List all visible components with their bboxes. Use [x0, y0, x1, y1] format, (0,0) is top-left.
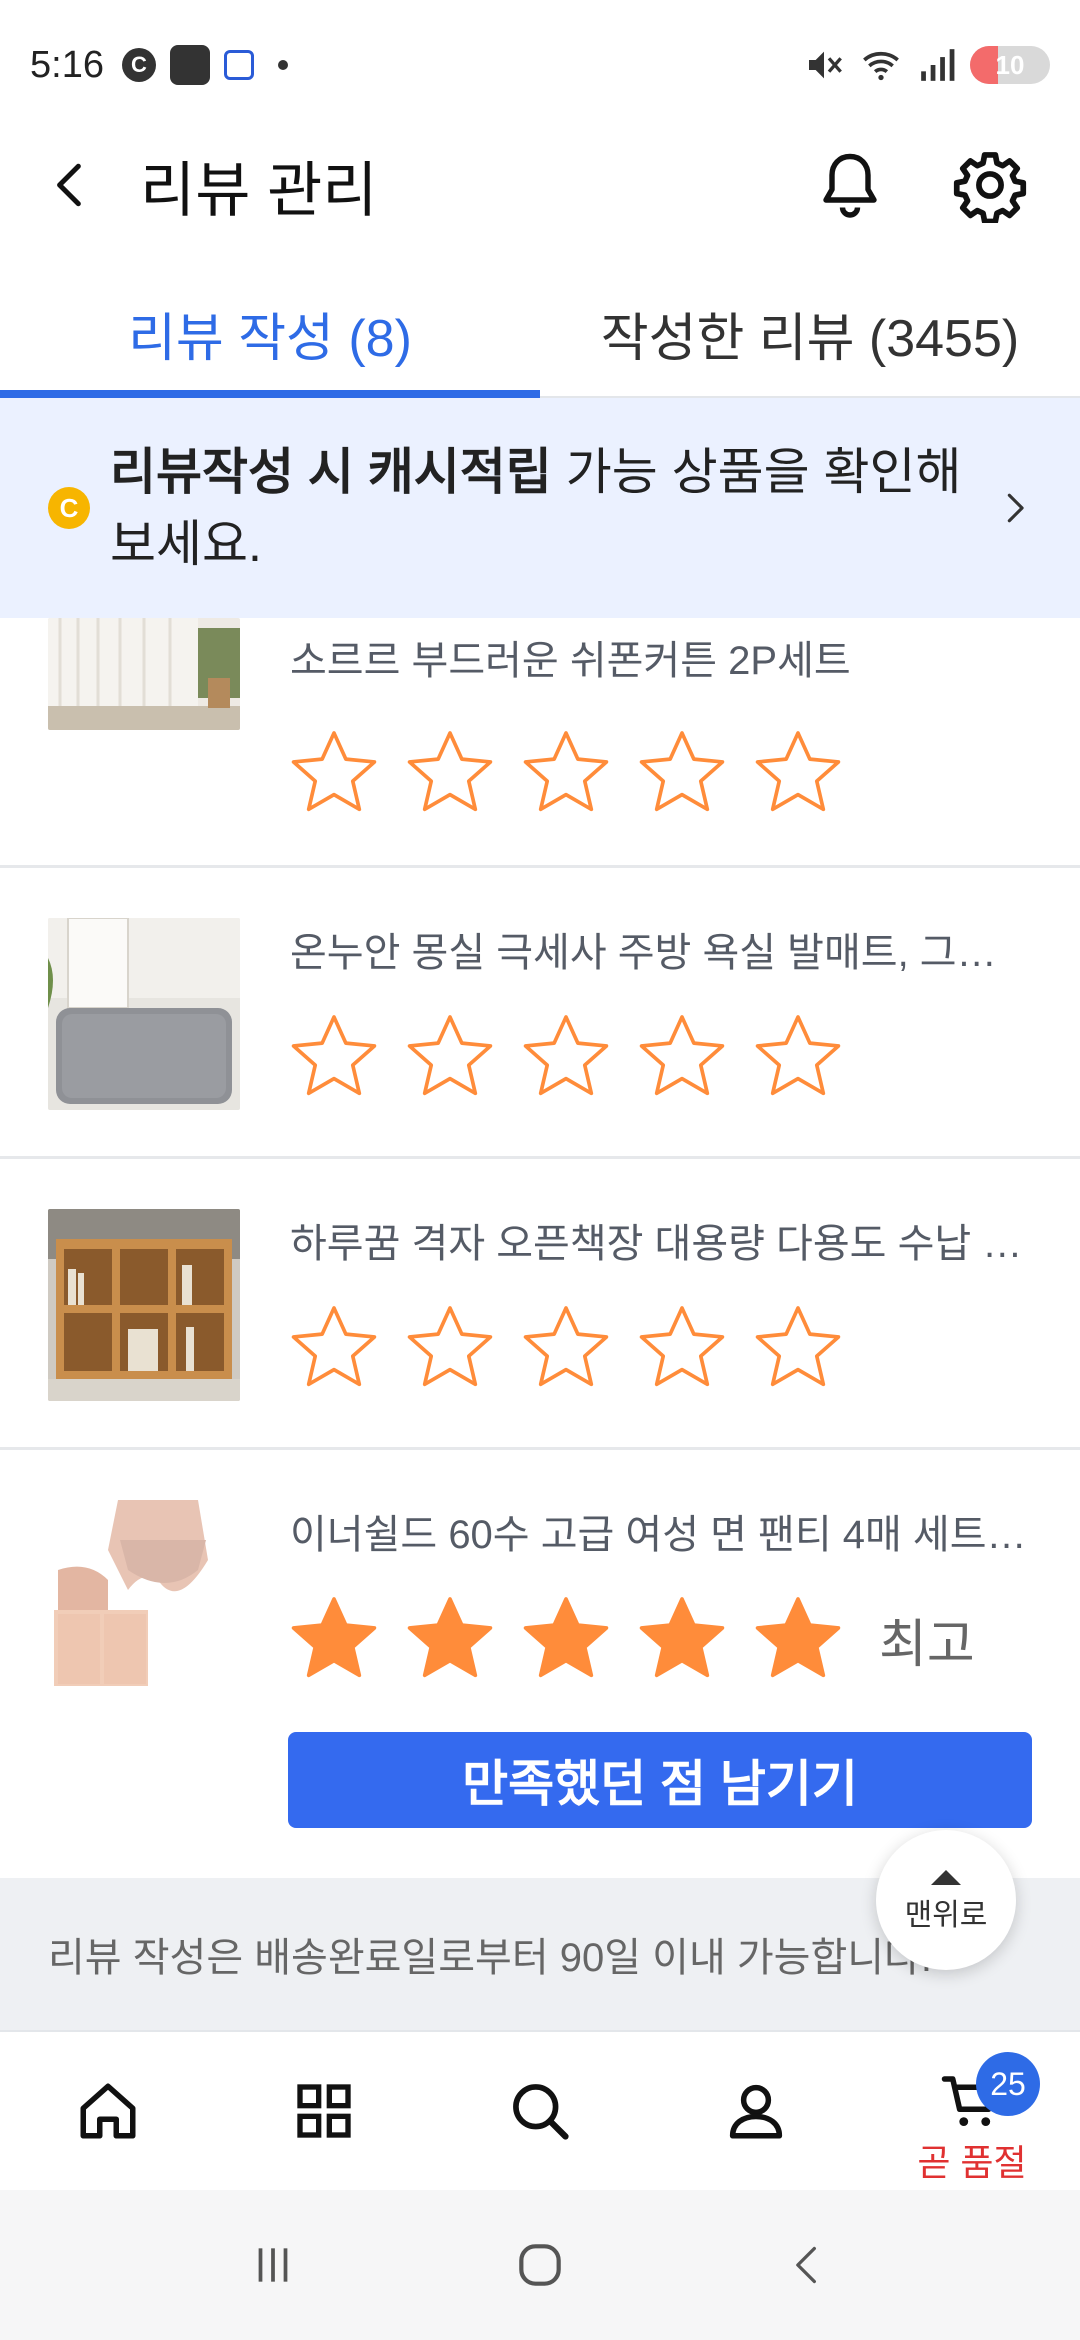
status-left-icons: C: [121, 45, 288, 85]
product-image-curtain[interactable]: [48, 618, 240, 730]
list-item: 온누안 몽실 극세사 주방 욕실 발매트, 그레이: [0, 868, 1080, 1159]
samsung-lounge-icon: [169, 45, 210, 85]
home-button[interactable]: [500, 2225, 580, 2305]
back-icon: [57, 163, 81, 207]
star-icon[interactable]: [749, 1008, 847, 1106]
star-icon[interactable]: [517, 1299, 615, 1397]
star-rating: 최고: [285, 1590, 975, 1688]
chevron-left-icon: [795, 2246, 816, 2284]
header: 리뷰 관리: [0, 130, 1080, 240]
review-tabs: 리뷰 작성 (8) 작성한 리뷰 (3455): [0, 270, 1080, 398]
product-image-bookshelf[interactable]: [48, 1209, 240, 1401]
star-icon[interactable]: [285, 724, 383, 822]
rating-label: 최고: [879, 1615, 975, 1674]
battery-indicator: 10: [970, 46, 1050, 84]
back-button[interactable]: [30, 145, 110, 225]
list-item: 이너쉴드 60수 고급 여성 면 팬티 4매 세트 ... 최고 만족했던 점 …: [0, 1450, 1080, 1875]
signal-icon: [921, 49, 955, 81]
c-circle-icon: C: [121, 48, 156, 82]
mute-icon: [809, 51, 842, 79]
notifications-button[interactable]: [810, 145, 890, 225]
system-nav-bar: [0, 2190, 1080, 2340]
star-icon[interactable]: [401, 724, 499, 822]
home-circle-icon: [519, 2244, 561, 2286]
battery-fill: [970, 46, 998, 84]
star-icon[interactable]: [633, 1299, 731, 1397]
nav-home[interactable]: [0, 2032, 216, 2190]
nav-cart[interactable]: 25 곧 품절: [864, 2032, 1080, 2190]
star-icon[interactable]: [285, 1299, 383, 1397]
settings-button[interactable]: [950, 145, 1030, 225]
list-item: 하루꿈 격자 오픈책장 대용량 다용도 수납 진...: [0, 1159, 1080, 1450]
star-icon[interactable]: [517, 724, 615, 822]
star-rating: [285, 1299, 847, 1397]
star-filled-icon[interactable]: [401, 1590, 499, 1688]
star-filled-icon[interactable]: [749, 1590, 847, 1688]
product-image-bathmat[interactable]: [48, 918, 240, 1110]
dot-icon: [277, 60, 288, 70]
page-title: 리뷰 관리: [140, 156, 378, 224]
list-item: 소르르 부드러운 쉬폰커튼 2P세트: [0, 618, 1080, 868]
star-icon[interactable]: [401, 1008, 499, 1106]
status-time: 5:16: [30, 43, 104, 86]
recent-apps-button[interactable]: [233, 2225, 313, 2305]
nav-search[interactable]: [432, 2032, 648, 2190]
star-icon[interactable]: [633, 724, 731, 822]
battery-text: 10: [995, 49, 1025, 80]
chevron-right-icon: [990, 483, 1040, 533]
scroll-top-button[interactable]: 맨위로: [876, 1830, 1016, 1970]
shield-app-icon: [223, 50, 254, 80]
banner-bold-text: 리뷰작성 시 캐시적립: [110, 444, 552, 500]
star-rating: [285, 724, 847, 822]
status-right-icons: 10: [804, 45, 1050, 85]
search-icon: [513, 2084, 569, 2140]
star-filled-icon[interactable]: [285, 1590, 383, 1688]
item-name: 소르르 부드러운 쉬폰커튼 2P세트: [290, 639, 851, 683]
home-icon: [80, 2083, 136, 2139]
star-icon[interactable]: [517, 1008, 615, 1106]
star-icon[interactable]: [749, 1299, 847, 1397]
cash-coin-icon: C: [48, 487, 90, 529]
tab-written-reviews[interactable]: 작성한 리뷰 (3455): [540, 270, 1080, 396]
cart-soldout-label: 곧 품절: [917, 2142, 1027, 2183]
product-image-underwear[interactable]: [48, 1500, 240, 1692]
star-filled-icon[interactable]: [633, 1590, 731, 1688]
recent-apps-icon: [258, 2248, 288, 2282]
star-icon[interactable]: [285, 1008, 383, 1106]
item-name: 하루꿈 격자 오픈책장 대용량 다용도 수납 진...: [290, 1222, 1030, 1266]
item-name: 이너쉴드 60수 고급 여성 면 팬티 4매 세트 ...: [290, 1513, 1030, 1557]
system-back-button[interactable]: [767, 2225, 847, 2305]
category-icon: [297, 2084, 351, 2138]
banner-text: 리뷰작성 시 캐시적립 가능 상품을 확인해보세요.: [110, 436, 990, 580]
tab-write-review[interactable]: 리뷰 작성 (8): [0, 270, 540, 398]
wifi-icon: [863, 51, 899, 81]
star-filled-icon[interactable]: [517, 1590, 615, 1688]
scroll-top-label: 맨위로: [904, 1899, 988, 1932]
cart-count-badge: 25: [976, 2052, 1040, 2116]
star-icon[interactable]: [633, 1008, 731, 1106]
gear-icon: [953, 152, 1027, 223]
header-actions: [810, 145, 1030, 225]
star-rating: [285, 1008, 847, 1106]
profile-icon: [729, 2084, 783, 2139]
nav-category[interactable]: [216, 2032, 432, 2190]
leave-review-button[interactable]: 만족했던 점 남기기: [288, 1732, 1032, 1828]
review-list: 소르르 부드러운 쉬폰커튼 2P세트 온누안 몽실 극세사 주방 욕실 발매트,…: [0, 618, 1080, 1875]
star-icon[interactable]: [401, 1299, 499, 1397]
cash-reward-banner[interactable]: C 리뷰작성 시 캐시적립 가능 상품을 확인해보세요.: [0, 398, 1080, 618]
nav-profile[interactable]: [648, 2032, 864, 2190]
item-name: 온누안 몽실 극세사 주방 욕실 발매트, 그레이: [290, 931, 1030, 975]
triangle-up-icon: [931, 1870, 961, 1885]
bottom-nav: 25 곧 품절: [0, 2030, 1080, 2190]
bell-icon: [823, 153, 877, 218]
star-icon[interactable]: [749, 724, 847, 822]
status-bar: 5:16 C 10: [0, 0, 1080, 130]
